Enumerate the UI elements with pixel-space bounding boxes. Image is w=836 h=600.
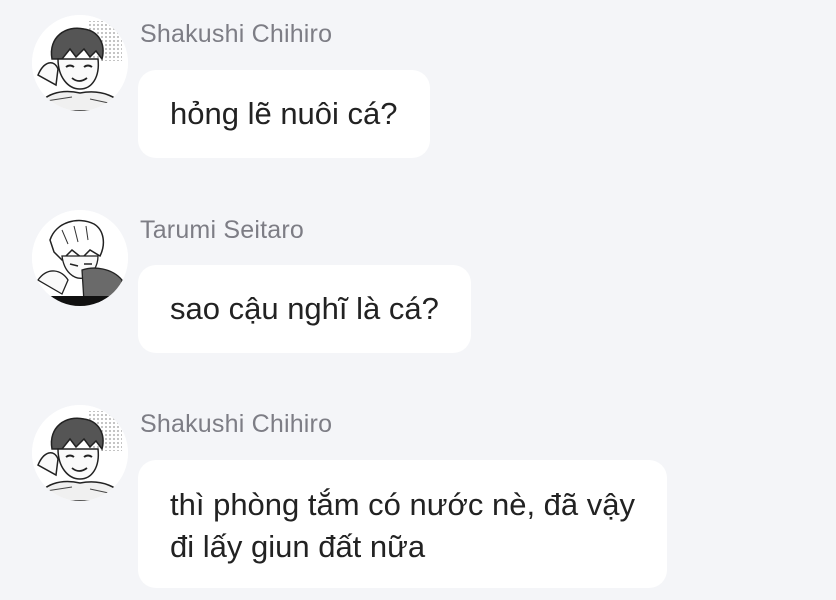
message-text: sao cậu nghĩ là cá? bbox=[170, 291, 439, 326]
sender-name: Tarumi Seitaro bbox=[140, 216, 304, 244]
message-text-line: đi lấy giun đất nữa bbox=[170, 529, 426, 564]
message-bubble[interactable]: sao cậu nghĩ là cá? bbox=[138, 265, 471, 353]
message-bubble[interactable]: hỏng lẽ nuôi cá? bbox=[138, 70, 430, 158]
message-text-line: thì phòng tắm có nước nè, đã vậy bbox=[170, 487, 636, 522]
manga-boy-avatar-icon[interactable] bbox=[32, 15, 128, 111]
message-text: hỏng lẽ nuôi cá? bbox=[170, 96, 398, 131]
message-bubble[interactable]: thì phòng tắm có nước nè, đã vậy đi lấy … bbox=[138, 460, 668, 588]
chat-thread: Shakushi Chihiro hỏng lẽ nuôi cá? Tarumi… bbox=[0, 0, 836, 600]
manga-boy-avatar-icon[interactable] bbox=[32, 405, 128, 501]
sender-name: Shakushi Chihiro bbox=[140, 410, 333, 438]
manga-boy-bowed-head-avatar-icon[interactable] bbox=[32, 210, 128, 306]
sender-name: Shakushi Chihiro bbox=[140, 20, 333, 48]
